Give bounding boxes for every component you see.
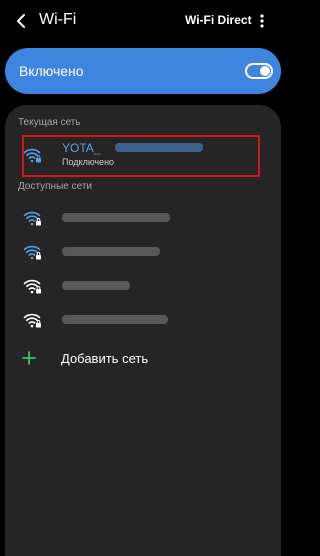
available-network-row[interactable] (5, 269, 281, 305)
available-networks-header: Доступные сети (18, 181, 92, 192)
wifi-locked-icon (23, 279, 41, 294)
more-options-icon[interactable] (256, 12, 268, 30)
wifi-toggle-card[interactable]: Включено (5, 48, 281, 94)
available-network-row[interactable] (5, 201, 281, 237)
top-bar: Wi-Fi Wi-Fi Direct (0, 0, 286, 42)
plus-icon[interactable] (22, 351, 36, 365)
highlight-box (22, 135, 260, 177)
switch-knob (260, 66, 270, 76)
wifi-toggle-label: Включено (19, 63, 84, 79)
wifi-locked-icon (23, 211, 41, 226)
available-network-row[interactable] (5, 235, 281, 271)
wifi-locked-icon (23, 313, 41, 328)
back-arrow-icon[interactable] (14, 12, 30, 30)
current-network-header: Текущая сеть (18, 117, 81, 128)
page-title: Wi-Fi (39, 11, 77, 28)
available-network-row[interactable] (5, 303, 281, 339)
blurred-network-name (62, 281, 130, 290)
wifi-direct-button[interactable]: Wi-Fi Direct (185, 13, 252, 27)
blurred-network-name (62, 247, 160, 256)
wifi-locked-icon (23, 245, 41, 260)
add-network-button[interactable]: Добавить сеть (61, 351, 148, 366)
blurred-network-name (62, 213, 170, 222)
wifi-switch[interactable] (245, 63, 273, 79)
blurred-network-name (62, 315, 168, 324)
